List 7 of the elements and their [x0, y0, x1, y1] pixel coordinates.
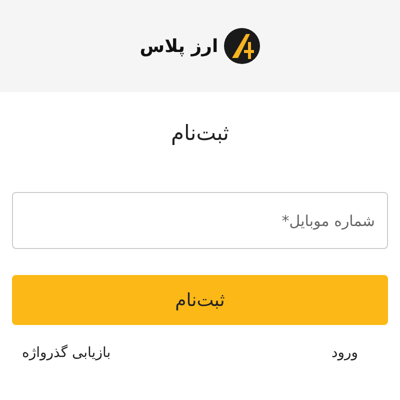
brand-name: ارز پلاس — [140, 36, 218, 56]
logo-icon — [224, 28, 260, 64]
link[interactable]: ورود — [321, 345, 368, 361]
link[interactable]: بازیابی گذرواژه — [12, 345, 121, 361]
signup-button[interactable]: ثبت‌نام — [12, 275, 388, 325]
page-title: ثبت‌نام — [170, 120, 230, 147]
mobile-number-field[interactable]: شماره موبایل* — [12, 192, 388, 249]
